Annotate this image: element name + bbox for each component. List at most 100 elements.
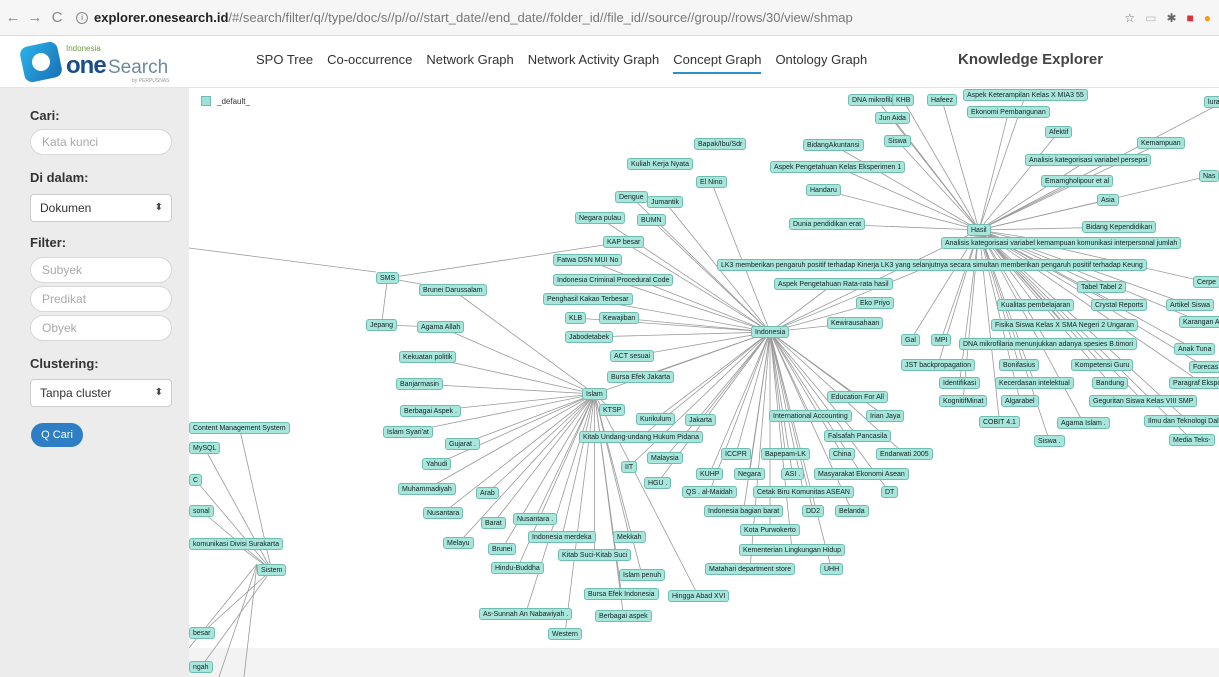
graph-node-mekkah[interactable]: Mekkah bbox=[613, 531, 646, 543]
graph-node-negarapulau[interactable]: Negara pulau bbox=[575, 212, 626, 224]
graph-node-komunikasi[interactable]: komunikasi Divisi Surakarta bbox=[189, 538, 283, 550]
clustering-select[interactable]: Tanpa cluster ⬍ bbox=[30, 379, 172, 407]
graph-node-nusantara1[interactable]: Nusantara bbox=[423, 507, 464, 519]
graph-node-analisis1[interactable]: Analisis kategorisasi variabel persepsi bbox=[1025, 154, 1152, 166]
graph-node-hindu[interactable]: Hindu-Buddha bbox=[491, 562, 544, 574]
graph-node-duniapend[interactable]: Dunia pendidikan erat bbox=[789, 218, 866, 230]
onesearch-logo[interactable]: Indonesia one Search by PERPUSNAS bbox=[18, 40, 172, 84]
graph-node-dengue[interactable]: Dengue bbox=[615, 191, 648, 203]
graph-node-bandung[interactable]: Bandung bbox=[1092, 377, 1129, 389]
graph-node-ilmu[interactable]: Ilmu dan Teknologi Dalam bbox=[1144, 415, 1219, 427]
graph-node-mpi[interactable]: MPI bbox=[931, 334, 952, 346]
graph-node-kognitif[interactable]: KognitifMinat bbox=[939, 395, 988, 407]
graph-node-hgu[interactable]: HGU . bbox=[644, 477, 672, 489]
graph-node-asi[interactable]: ASI . bbox=[781, 468, 805, 480]
graph-node-kewajiban[interactable]: Kewajiban bbox=[599, 312, 640, 324]
graph-node-kemampuan[interactable]: Kemampuan bbox=[1137, 137, 1185, 149]
graph-node-kitabuu[interactable]: Kitab Undang-undang Hukum Pidana bbox=[579, 431, 703, 443]
graph-node-afektif[interactable]: Afektif bbox=[1045, 126, 1073, 138]
graph-node-kompetensi[interactable]: Kompetensi Guru bbox=[1071, 359, 1134, 371]
search-button[interactable]: Q Cari bbox=[31, 423, 83, 447]
graph-node-bidangkep[interactable]: Bidang Kependidikan bbox=[1082, 221, 1157, 233]
graph-node-jumantik[interactable]: Jumantik bbox=[647, 196, 684, 208]
graph-node-arab[interactable]: Arab bbox=[476, 487, 499, 499]
graph-node-artikel[interactable]: Artikel Siswa bbox=[1166, 299, 1215, 311]
graph-node-asia[interactable]: Asia bbox=[1097, 194, 1119, 206]
graph-node-cobit[interactable]: COBIT 4.1 bbox=[979, 416, 1020, 428]
graph-node-falsafah[interactable]: Falsafah Pancasila bbox=[824, 430, 892, 442]
graph-node-cms[interactable]: Content Management System bbox=[189, 422, 290, 434]
graph-node-lk3[interactable]: LK3 memberikan pengaruh positif terhadap… bbox=[717, 259, 1147, 271]
graph-node-tabel2[interactable]: Tabel Tabel 2 bbox=[1077, 281, 1127, 293]
reload-icon[interactable]: C bbox=[48, 9, 66, 26]
graph-node-aspekket[interactable]: Aspek Keterampilan Kelas X MIA3 55 bbox=[963, 89, 1088, 101]
graph-node-barat[interactable]: Barat bbox=[481, 517, 506, 529]
graph-node-mysql[interactable]: MySQL bbox=[189, 442, 221, 454]
graph-node-geguritan[interactable]: Geguritan Siswa Kelas VIII SMP bbox=[1089, 395, 1198, 407]
graph-node-cnode[interactable]: C bbox=[189, 474, 203, 486]
graph-node-intacc[interactable]: International Accounting bbox=[769, 410, 852, 422]
graph-node-eduall[interactable]: Education For All bbox=[827, 391, 888, 403]
graph-node-nusantara2[interactable]: Nusantara . bbox=[513, 513, 558, 525]
extension-icon[interactable]: ▭ bbox=[1145, 11, 1156, 25]
menu-network-graph[interactable]: Network Graph bbox=[426, 52, 513, 74]
graph-node-aspekpeng[interactable]: Aspek Pengetahuan Kelas Eksperimen 1 bbox=[770, 161, 906, 173]
forward-icon[interactable]: → bbox=[26, 9, 44, 26]
graph-node-crystal[interactable]: Crystal Reports bbox=[1091, 299, 1148, 311]
graph-node-khb[interactable]: KHB bbox=[892, 94, 915, 106]
extension-red-icon[interactable]: ■ bbox=[1187, 11, 1194, 25]
graph-node-kualitas[interactable]: Kualitas pembelajaran bbox=[997, 299, 1075, 311]
graph-node-iit[interactable]: IIT bbox=[621, 461, 638, 473]
graph-node-analisis2[interactable]: Analisis kategorisasi variabel kemampuan… bbox=[941, 237, 1182, 249]
graph-node-forecast[interactable]: Forecas bbox=[1189, 361, 1219, 373]
menu-spo-tree[interactable]: SPO Tree bbox=[256, 52, 313, 74]
graph-node-handaru[interactable]: Handaru bbox=[806, 184, 841, 196]
graph-node-islamsyariat[interactable]: Islam Syari'at bbox=[383, 426, 433, 438]
graph-node-hingga[interactable]: Hingga Abad XVI bbox=[668, 590, 730, 602]
obyek-input[interactable]: Obyek bbox=[30, 315, 172, 341]
graph-node-sistem[interactable]: Sistem bbox=[257, 564, 287, 576]
graph-node-berbagai1[interactable]: Berbagai Aspek . bbox=[400, 405, 461, 417]
graph-node-luran[interactable]: luran Jam bbox=[1204, 96, 1219, 108]
graph-node-nas[interactable]: Nas bbox=[1199, 170, 1219, 182]
graph-node-dd2[interactable]: DD2 bbox=[802, 505, 825, 517]
graph-node-brunei1[interactable]: Brunei Darussalam bbox=[419, 284, 487, 296]
graph-node-dt[interactable]: DT bbox=[881, 486, 899, 498]
graph-node-china[interactable]: China bbox=[829, 448, 856, 460]
graph-node-kapbesar[interactable]: KAP besar bbox=[603, 236, 645, 248]
graph-node-indobarat[interactable]: Indonesia bagian barat bbox=[704, 505, 784, 517]
graph-node-kitabsuci[interactable]: Kitab Suci-Kitab Suci bbox=[558, 549, 632, 561]
extension-orange-icon[interactable]: ● bbox=[1204, 11, 1211, 25]
graph-node-hasil[interactable]: Hasil bbox=[967, 224, 991, 236]
graph-node-sms[interactable]: SMS bbox=[376, 272, 400, 284]
graph-node-jepang[interactable]: Jepang bbox=[366, 319, 397, 331]
graph-node-actsesuai[interactable]: ACT sesuai bbox=[610, 350, 655, 362]
graph-node-bursa1[interactable]: Bursa Efek Jakarta bbox=[607, 371, 675, 383]
graph-node-besar[interactable]: besar bbox=[189, 627, 215, 639]
graph-node-brunei2[interactable]: Brunei bbox=[488, 543, 517, 555]
graph-node-bidangak[interactable]: BidangAkuntansi bbox=[803, 139, 864, 151]
graph-node-belanda[interactable]: Belanda bbox=[835, 505, 869, 517]
graph-node-indonesia[interactable]: Indonesia bbox=[751, 326, 790, 338]
graph-node-karangan[interactable]: Karangan A bbox=[1179, 316, 1219, 328]
menu-co-occurrence[interactable]: Co-occurrence bbox=[327, 52, 412, 74]
subyek-input[interactable]: Subyek bbox=[30, 257, 172, 283]
graph-node-bapak[interactable]: Bapak/Ibu/Sdr bbox=[694, 138, 747, 150]
graph-node-qs[interactable]: QS . al-Maidah bbox=[682, 486, 737, 498]
graph-node-kementerian[interactable]: Kementerian Lingkungan Hidup bbox=[739, 544, 846, 556]
graph-node-indomerdeka[interactable]: Indonesia merdeka bbox=[528, 531, 596, 543]
graph-node-identifikasi[interactable]: Identifikasi bbox=[939, 377, 981, 389]
graph-node-bonifasius[interactable]: Bonifasius bbox=[999, 359, 1040, 371]
graph-node-ngah[interactable]: ngah bbox=[189, 661, 213, 673]
graph-node-mediateks[interactable]: Media Teks- bbox=[1169, 434, 1215, 446]
menu-concept-graph[interactable]: Concept Graph bbox=[673, 52, 762, 74]
graph-node-malaysia[interactable]: Malaysia bbox=[647, 452, 683, 464]
graph-node-uhh[interactable]: UHH bbox=[820, 563, 844, 575]
menu-ontology-graph[interactable]: Ontology Graph bbox=[775, 52, 867, 74]
graph-node-bumn[interactable]: BUMN bbox=[637, 214, 666, 226]
graph-node-kekuatan[interactable]: Kekuatan politik bbox=[399, 351, 457, 363]
graph-node-jakarta[interactable]: Jakarta bbox=[685, 414, 716, 426]
menu-network-activity-graph[interactable]: Network Activity Graph bbox=[528, 52, 660, 74]
graph-node-negara[interactable]: Negara bbox=[734, 468, 765, 480]
graph-node-fatwa[interactable]: Fatwa DSN MUI No bbox=[553, 254, 623, 266]
